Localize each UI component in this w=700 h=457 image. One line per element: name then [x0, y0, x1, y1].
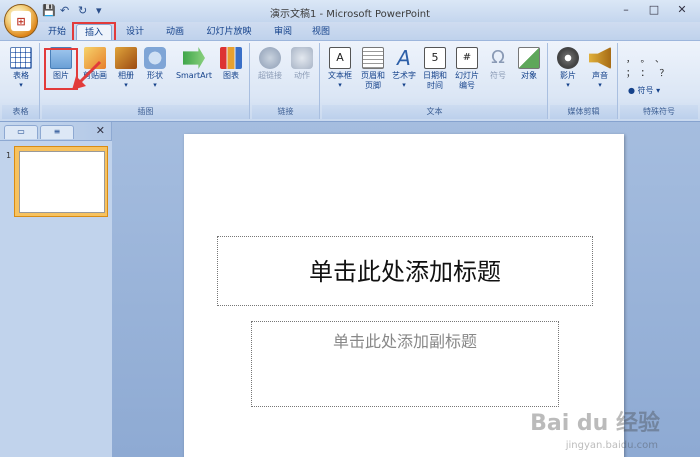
dropdown-arrow-icon: ▾	[124, 81, 128, 89]
symbol-button[interactable]: Ω 符号	[484, 47, 512, 81]
title-placeholder[interactable]: 单击此处添加标题	[217, 236, 593, 306]
action-button[interactable]: 动作	[288, 47, 316, 81]
chart-icon	[220, 47, 242, 69]
tab-animations[interactable]: 动画	[160, 24, 190, 40]
smartart-button[interactable]: SmartArt	[172, 47, 216, 81]
table-icon	[10, 47, 32, 69]
action-icon	[291, 47, 313, 69]
object-icon	[518, 47, 540, 69]
textbox-button[interactable]: A 文本框 ▾	[324, 47, 356, 89]
smartart-icon	[183, 47, 205, 69]
dropdown-arrow-icon: ▾	[402, 81, 406, 89]
maximize-icon[interactable]: □	[640, 2, 668, 18]
special-symbol-button[interactable]: ● 符号 ▾	[628, 85, 660, 96]
watermark-url: jingyan.baidu.com	[565, 440, 658, 451]
sound-button[interactable]: 声音 ▾	[586, 47, 614, 89]
close-icon[interactable]: ✕	[668, 2, 696, 18]
slide-number-button[interactable]: # 幻灯片 编号	[452, 47, 482, 91]
slides-pane: ▭ ≡ ✕ 1	[0, 122, 112, 457]
globe-icon	[259, 47, 281, 69]
outline-icon: ≡	[53, 127, 61, 136]
group-tables: 表格 ▾ 表格	[2, 43, 40, 119]
slides-icon: ▭	[17, 127, 25, 136]
dropdown-arrow-icon: ▾	[566, 81, 570, 89]
wordart-icon: A	[397, 46, 411, 70]
group-media: 影片 ▾ 声音 ▾ 媒体剪辑	[550, 43, 618, 119]
tab-review[interactable]: 审阅	[268, 24, 298, 40]
office-button[interactable]: ⊞	[4, 4, 38, 38]
omega-icon: Ω	[491, 47, 505, 68]
group-label: 文本	[322, 105, 547, 119]
title-bar: 💾 ↶ ↻ ▾ 演示文稿1 - Microsoft PowerPoint – □…	[0, 0, 700, 22]
thumbnail-list: 1	[0, 140, 112, 457]
photo-album-button[interactable]: 相册 ▾	[114, 47, 138, 89]
symbol-comma[interactable]: ，	[626, 55, 641, 65]
symbol-semicolon[interactable]: ；	[626, 69, 641, 79]
insert-tab-highlight	[72, 22, 116, 42]
chart-button[interactable]: 图表	[218, 47, 244, 81]
pointer-arrow-icon	[72, 60, 102, 90]
dropdown-arrow-icon: ▾	[598, 81, 602, 89]
tab-slideshow[interactable]: 幻灯片放映	[200, 24, 258, 40]
tab-outline[interactable]: ≡	[40, 125, 74, 139]
group-links: 超链接 动作 链接	[252, 43, 320, 119]
window-controls: – □ ✕	[612, 2, 696, 18]
group-label: 表格	[2, 105, 39, 119]
slide-number: 1	[6, 151, 12, 160]
slide-thumbnail-selected[interactable]	[14, 146, 108, 217]
table-button[interactable]: 表格 ▾	[6, 47, 36, 89]
shapes-button[interactable]: 形状 ▾	[142, 47, 168, 89]
slide-workspace: 单击此处添加标题 单击此处添加副标题 Bai du 经验 jingyan.bai…	[112, 122, 700, 457]
datetime-button[interactable]: 5 日期和 时间	[420, 47, 450, 91]
symbol-colon[interactable]: ：	[641, 69, 660, 79]
calendar-icon: 5	[424, 47, 446, 69]
office-logo-icon: ⊞	[11, 11, 31, 31]
tab-slides-thumbnails[interactable]: ▭	[4, 125, 38, 139]
ribbon: 表格▾ 表格 图片 剪贴画 相册▾ 形状▾ SmartArt 图表 插图	[0, 40, 700, 122]
group-special-symbols: ，。、 ；：？ ● 符号 ▾ 特殊符号	[620, 43, 698, 119]
dropdown-arrow-icon: ▾	[153, 81, 157, 89]
tab-design[interactable]: 设计	[120, 24, 150, 40]
tab-home[interactable]: 开始	[42, 24, 72, 40]
group-label: 特殊符号	[620, 105, 698, 119]
subtitle-placeholder[interactable]: 单击此处添加副标题	[251, 321, 559, 407]
symbol-pause[interactable]: 、	[655, 55, 674, 65]
textbox-icon: A	[329, 47, 351, 69]
pane-tabs: ▭ ≡	[4, 125, 74, 139]
film-reel-icon	[557, 47, 579, 69]
shapes-icon	[144, 47, 166, 69]
object-button[interactable]: 对象	[514, 47, 544, 81]
watermark-brand: Bai du 经验	[530, 411, 660, 436]
group-label: 插图	[42, 105, 249, 119]
group-label: 媒体剪辑	[550, 105, 617, 119]
speaker-icon	[589, 47, 611, 69]
hyperlink-button[interactable]: 超链接	[254, 47, 286, 81]
window-title: 演示文稿1 - Microsoft PowerPoint	[269, 9, 431, 20]
group-text: A 文本框 ▾ 页眉和 页脚 A 艺术字 ▾ 5 日期和 时间 # 幻灯片 编号 Ω 符号…	[322, 43, 548, 119]
photo-album-icon	[115, 47, 137, 69]
header-footer-button[interactable]: 页眉和 页脚	[358, 47, 388, 91]
symbol-period[interactable]: 。	[641, 55, 656, 65]
wordart-button[interactable]: A 艺术字 ▾	[390, 47, 418, 89]
dropdown-arrow-icon: ▾	[338, 81, 342, 89]
close-pane-icon[interactable]: ✕	[96, 124, 105, 137]
slide-thumbnail	[19, 151, 105, 213]
dropdown-arrow-icon: ▾	[19, 81, 23, 89]
group-label: 链接	[252, 105, 319, 119]
slide-number-icon: #	[456, 47, 478, 69]
symbol-grid: ，。、 ；：？	[626, 53, 690, 81]
tab-view[interactable]: 视图	[306, 24, 336, 40]
header-footer-icon	[362, 47, 384, 69]
movie-button[interactable]: 影片 ▾	[552, 47, 584, 89]
symbol-question[interactable]: ？	[660, 69, 679, 79]
minimize-icon[interactable]: –	[612, 2, 640, 18]
